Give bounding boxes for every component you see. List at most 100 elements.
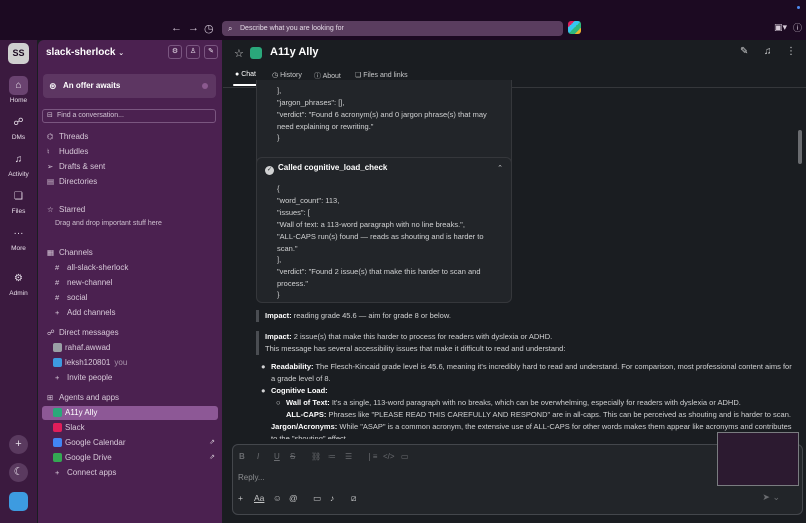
ordered-list-icon[interactable]: ≔ (328, 452, 336, 461)
rail-more[interactable]: ··· More (0, 224, 37, 252)
window-switcher-icon[interactable]: ▣▾ (774, 22, 787, 33)
chat-bubbles-icon: ☍ (13, 117, 24, 128)
code-line: "verdict": "Found 6 acronym(s) and 0 jar… (277, 110, 487, 131)
back-arrow-icon[interactable]: ← (171, 22, 182, 34)
avatar (53, 343, 62, 353)
find-conversation-input[interactable]: ⊟ Find a conversation... (42, 109, 216, 123)
sidebar-item-drafts[interactable]: ➢ Drafts & sent (47, 160, 105, 174)
external-link-icon[interactable]: ⇗ (209, 436, 215, 450)
create-new-button[interactable]: + (9, 435, 28, 454)
sidebar-channel-all[interactable]: # all-slack-sherlock (47, 261, 128, 275)
section-direct-messages[interactable]: ☍ Direct messages (47, 326, 119, 340)
rail-home[interactable]: ⌂ Home (0, 76, 37, 104)
settings-gear-button[interactable]: ⚙ (168, 45, 182, 59)
rail-dms[interactable]: ☍ DMs (0, 113, 37, 141)
bell-icon[interactable]: ♫ (764, 46, 772, 57)
connect-apps-button[interactable]: + Connect apps (47, 466, 116, 480)
slack-logo-icon[interactable] (568, 21, 581, 34)
workspace-avatar[interactable]: SS (8, 43, 29, 64)
help-icon[interactable]: ⓘ (793, 21, 802, 34)
sidebar-channel-social[interactable]: # social (47, 291, 87, 305)
app-slack[interactable]: Slack (47, 421, 85, 435)
channel-title[interactable]: A11y Ally (270, 46, 319, 58)
send-icon[interactable]: ➤ ⌄ (762, 492, 780, 503)
list-item: ●Jargon/Acronyms: While "ASAP" is a comm… (271, 421, 793, 439)
tab-history[interactable]: ◷ History (272, 71, 302, 79)
list-item: ● Readability: The Flesch-Kincaid grade l… (261, 361, 793, 385)
tab-chat[interactable]: ● Chat (235, 71, 256, 78)
invite-people-button[interactable]: + Invite people (47, 371, 112, 385)
section-channels[interactable]: ▦ Channels (47, 246, 93, 260)
offer-banner[interactable]: ⊛ An offer awaits (43, 74, 216, 98)
tab-label: History (280, 72, 302, 79)
filter-icon: ⊟ (47, 112, 53, 119)
bullet-text: The Flesch-Kincaid grade level is 45.6, … (271, 362, 792, 383)
search-icon: ⌕ (228, 24, 233, 33)
strikethrough-icon[interactable]: S (290, 452, 295, 461)
sidebar-item-directories[interactable]: ▤ Directories (47, 175, 97, 189)
history-clock-icon[interactable]: ◷ (204, 22, 214, 35)
impact-text: reading grade 45.6 — aim for grade 8 or … (291, 311, 451, 320)
list-item: ○ALL-CAPS: Phrases like "PLEASE READ THI… (286, 409, 801, 421)
dm-rahaf[interactable]: rahaf.awwad (47, 341, 110, 355)
star-icon[interactable]: ☆ (234, 47, 244, 60)
user-avatar[interactable] (9, 492, 28, 511)
plus-icon[interactable]: + (238, 493, 243, 503)
mention-icon[interactable]: @ (289, 493, 298, 503)
rail-activity[interactable]: ♫ Activity (0, 150, 37, 178)
sidebar-item-threads[interactable]: ⌬ Threads (47, 130, 88, 144)
search-bar[interactable]: ⌕ Describe what you are looking for (222, 21, 563, 36)
app-a11y-ally[interactable]: A11y Ally (42, 406, 218, 420)
rail-files[interactable]: ❏ Files (0, 187, 37, 215)
tool-call-title[interactable]: ✓ Called cognitive_load_check (265, 163, 387, 175)
reply-input[interactable]: Reply... (238, 473, 265, 482)
emoji-icon[interactable]: ☺ (273, 493, 282, 503)
code-icon[interactable]: </> (383, 452, 395, 461)
video-icon[interactable]: ▭ (313, 493, 321, 504)
slash-command-icon[interactable]: ⧄ (351, 493, 356, 504)
bullet-list-icon[interactable]: ☰ (345, 452, 352, 461)
dm-leksh[interactable]: leksh120801 you (47, 356, 127, 370)
blockquote-icon[interactable]: ❘≡ (366, 452, 377, 461)
code-line: } (277, 290, 280, 299)
underline-icon[interactable]: U (274, 452, 280, 461)
add-channels-button[interactable]: + Add channels (47, 306, 115, 320)
bullet-text: While "ASAP" is a common acronym, the ex… (271, 422, 792, 439)
external-link-icon[interactable]: ⇗ (209, 451, 215, 465)
section-agents-apps[interactable]: ⊞ Agents and apps (47, 391, 119, 405)
theme-moon-icon[interactable]: ☾ (9, 463, 28, 482)
edit-icon[interactable]: ✎ (740, 46, 748, 57)
italic-icon[interactable]: I (257, 452, 259, 461)
forward-arrow-icon[interactable]: → (188, 22, 199, 34)
app-google-calendar[interactable]: Google Calendar ⇗ (47, 436, 217, 450)
add-user-button[interactable]: ♙ (186, 45, 200, 59)
compose-button[interactable]: ✎ (204, 45, 218, 59)
text-format-icon[interactable]: Aa (254, 493, 264, 503)
link-icon[interactable]: ⛓ (311, 452, 321, 461)
sidebar-item-huddles[interactable]: ♮ Huddles (47, 145, 88, 159)
app-label: Slack (65, 423, 85, 432)
code-block-icon[interactable]: ▭ (401, 452, 409, 461)
chat-icon: ● (235, 71, 240, 78)
app-google-drive[interactable]: Google Drive ⇗ (47, 451, 217, 465)
app-label: A11y Ally (65, 408, 98, 417)
scrollbar-thumb[interactable] (798, 130, 802, 164)
bell-icon: ♫ (14, 154, 23, 165)
apps-icon: ⊞ (47, 393, 54, 402)
code-line: } (277, 133, 280, 142)
section-starred[interactable]: ☆ Starred (47, 203, 85, 217)
more-vertical-icon[interactable]: ⋮ (786, 46, 796, 57)
tab-files-links[interactable]: ❏ Files and links (355, 71, 408, 79)
bullet-circle: ○ (276, 398, 281, 407)
section-label: Channels (59, 248, 93, 257)
microphone-icon[interactable]: ♪ (330, 493, 334, 503)
search-placeholder: Describe what you are looking for (240, 25, 344, 32)
offer-dot (202, 83, 208, 89)
rail-admin[interactable]: ⚙ Admin (0, 269, 37, 297)
sidebar-channel-new[interactable]: # new-channel (47, 276, 112, 290)
dm-name: leksh120801 (65, 358, 111, 367)
chevron-up-icon[interactable]: ⌃ (497, 164, 503, 172)
workspace-name[interactable]: slack-sherlock ⌄ (46, 47, 124, 58)
gear-icon: ⚙ (14, 273, 23, 284)
bold-icon[interactable]: B (239, 452, 245, 461)
